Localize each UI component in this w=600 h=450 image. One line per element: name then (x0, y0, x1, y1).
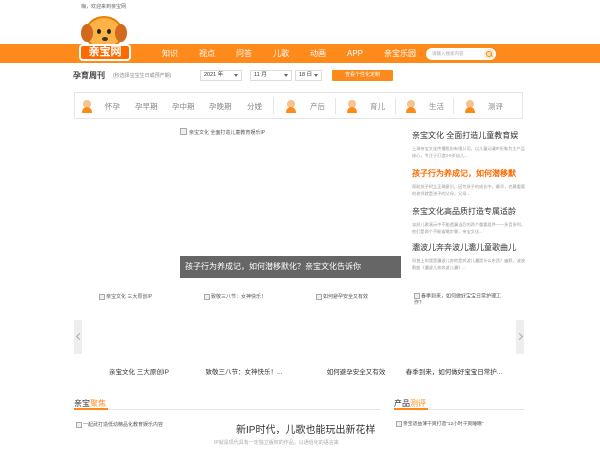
mother-icon (284, 99, 298, 113)
news-title[interactable]: 灞波儿奔奔波儿灞儿童歌曲儿 (412, 242, 527, 253)
feature-image[interactable]: 一起武打造低幼精品化教育娱乐内容 (76, 421, 163, 428)
news-title[interactable]: 孩子行为养成记，如何潜移默 (412, 168, 527, 179)
gallery-image-alt: 致敬三八节：女神快乐！ (211, 294, 267, 300)
gallery-image: 春季到来，如何做好宝宝日常护理工作？ (414, 293, 504, 307)
nav-item-paradise[interactable]: 亲宝乐园 (384, 44, 416, 63)
gallery-label[interactable]: 致敬三八节：女神快乐！... (194, 366, 294, 376)
year-value: 2021 年 (204, 72, 224, 78)
gallery-card[interactable]: 春季到来，如何做好宝宝日常护理工作？ 春季到来，如何做好宝宝日常护... (404, 283, 509, 383)
slider-image-alt: 亲宝文化 全面打造儿童教育娱乐IP (189, 130, 266, 136)
cat-birth[interactable]: 分娩 (247, 101, 262, 112)
divider (453, 98, 454, 114)
cat-pregnant[interactable]: 怀孕 (105, 101, 120, 112)
gallery-label[interactable]: 如何避孕安全又有效 (306, 366, 406, 376)
gallery-image-alt: 春季到来，如何做好宝宝日常护理工作？ (414, 293, 502, 307)
news-desc: 帮助孩子树立正确意识，因为孩子的成长中，最早，也最重要的老师就是孩子的父母，父母… (412, 184, 526, 196)
cat-early[interactable]: 孕早期 (135, 101, 158, 112)
baby-icon (345, 99, 359, 113)
nav-item-songs[interactable]: 儿歌 (273, 44, 289, 63)
broken-image-icon (99, 293, 105, 300)
review-section-header: 产品测评 (394, 398, 524, 410)
gallery-label[interactable]: 亲宝文化 三大原创IP (89, 366, 189, 376)
day-value: 18 日 (299, 72, 313, 78)
gallery-card[interactable]: 亲宝文化 三大原创IP 亲宝文化 三大原创IP (89, 283, 189, 383)
divider (335, 98, 336, 114)
news-item[interactable]: 灞波儿奔奔波儿灞儿童歌曲儿 科普上的我是灞波儿奔他是奔波儿灞是什么东西？幽默，波… (412, 242, 527, 271)
chevron-down-icon (314, 74, 318, 77)
cat-postpartum[interactable]: 产后 (310, 101, 325, 112)
review-image[interactable]: 亲宝适益薄干爽打造“12小时干爽睡眠” (396, 420, 484, 427)
news-desc: 科普上的我是灞波儿奔他是奔波儿灞是什么东西？幽默，波波歌曲《灞波儿奔奔波儿灞》.… (412, 258, 526, 270)
news-title[interactable]: 亲宝文化 全面打造儿童教育娱 (412, 130, 527, 141)
focus-section-header: 亲宝聚焦 (74, 398, 380, 410)
site-logo[interactable]: 亲宝网 (77, 16, 135, 66)
news-item[interactable]: 孩子行为养成记，如何潜移默 帮助孩子树立正确意识，因为孩子的成长中，最早，也最重… (412, 168, 527, 197)
nav-item-animation[interactable]: 动画 (310, 44, 326, 63)
news-desc: 上海亲宝文化传播股份有限公司，以儿童动漫IP形象为主产品核心，专注于打造0-6岁… (412, 146, 525, 158)
focus-title-b: 聚焦 (90, 399, 106, 408)
search-icon[interactable] (484, 49, 494, 59)
logo-text: 亲宝网 (79, 44, 131, 61)
gallery-label[interactable]: 春季到来，如何做好宝宝日常护... (404, 366, 504, 376)
gallery-image-alt: 亲宝文化 三大原创IP (106, 294, 153, 300)
gallery-image-alt: 如何避孕安全又有效 (323, 294, 369, 300)
gallery-image: 亲宝文化 三大原创IP (99, 293, 152, 300)
gallery-carousel: 亲宝文化 三大原创IP 亲宝文化 三大原创IP 致敬三八节：女神快乐！ 致敬三八… (74, 283, 524, 383)
month-value: 11 月 (254, 72, 267, 78)
news-item[interactable]: 亲宝文化高品质打造专属适龄 该织儿歌演示中不能遗漏当后的两个重要组件——多音多利… (412, 206, 527, 235)
month-select[interactable]: 11 月 (250, 70, 292, 81)
next-arrow-icon[interactable] (516, 320, 524, 354)
broken-image-icon (76, 421, 82, 428)
nav-menu: 知识 视点 问答 儿歌 动画 APP 亲宝乐园 (162, 44, 437, 63)
nav-item-qa[interactable]: 问答 (236, 44, 252, 63)
broken-image-icon (414, 293, 420, 299)
gallery-card[interactable]: 致敬三八节：女神快乐！ 致敬三八节：女神快乐！... (194, 283, 294, 383)
cat-review[interactable]: 测评 (488, 101, 503, 112)
chevron-down-icon (234, 74, 238, 77)
family-icon (404, 99, 418, 113)
gallery-image: 致敬三八节：女神快乐！ (204, 293, 266, 300)
gallery-image: 如何避孕安全又有效 (316, 293, 368, 300)
broken-image-icon (316, 293, 322, 300)
review-title-a: 产品 (394, 399, 410, 408)
prev-arrow-icon[interactable] (74, 320, 82, 354)
news-title[interactable]: 亲宝文化高品质打造专属适龄 (412, 206, 527, 217)
cat-middle[interactable]: 孕中期 (172, 101, 195, 112)
review-icon (463, 99, 477, 113)
custom-view-button[interactable]: 查看个性化定制 (332, 70, 393, 81)
feature-image-alt: 一起武打造低幼精品化教育娱乐内容 (83, 422, 164, 428)
category-bar: 怀孕 孕早期 孕中期 孕晚期 分娩 产后 育儿 生活 测评 (74, 92, 523, 119)
nav-item-app[interactable]: APP (347, 44, 363, 63)
slider-caption[interactable]: 孩子行为养成记，如何潜移默化？亲宝文化告诉你 (180, 256, 401, 278)
focus-underline (74, 408, 108, 410)
weekly-hint: (秒选择宝宝生日或预产期) (113, 73, 172, 79)
feature-desc: IP就是现代具有一定独立版权的作品，以通俗化的语言来 (214, 440, 339, 446)
broken-image-icon (180, 128, 187, 135)
review-image-alt: 亲宝适益薄干爽打造“12小时干爽睡眠” (403, 422, 484, 427)
pregnancy-icon (80, 99, 94, 113)
weekly-title: 孕育周刊 (73, 71, 105, 80)
review-title-b: 测评 (410, 399, 426, 408)
chevron-down-icon (284, 74, 288, 77)
gallery-card[interactable]: 如何避孕安全又有效 如何避孕安全又有效 (306, 283, 406, 383)
focus-title-a: 亲宝 (74, 399, 90, 408)
broken-image-icon (396, 420, 402, 427)
year-select[interactable]: 2021 年 (200, 70, 242, 81)
cat-late[interactable]: 孕晚期 (209, 101, 232, 112)
nav-item-viewpoint[interactable]: 视点 (199, 44, 215, 63)
divider (395, 98, 396, 114)
top-bar: 嗨，欢迎来到亲宝网 (0, 0, 600, 12)
divider (273, 98, 274, 114)
news-desc: 该织儿歌演示中不能遗漏当后的两个重要组件——多音多利，他们是两个不能省略步骤，亲… (412, 222, 526, 234)
welcome-text: 嗨，欢迎来到亲宝网 (81, 4, 127, 10)
nav-item-knowledge[interactable]: 知识 (162, 44, 178, 63)
day-select[interactable]: 18 日 (295, 70, 322, 81)
news-item[interactable]: 亲宝文化 全面打造儿童教育娱 上海亲宝文化传播股份有限公司，以儿童动漫IP形象为… (412, 130, 527, 159)
cat-parenting[interactable]: 育儿 (370, 101, 385, 112)
feature-title[interactable]: 新IP时代，儿歌也能玩出新花样 (236, 421, 375, 436)
review-underline (394, 408, 428, 410)
cat-life[interactable]: 生活 (429, 101, 444, 112)
broken-image-icon (204, 293, 210, 300)
